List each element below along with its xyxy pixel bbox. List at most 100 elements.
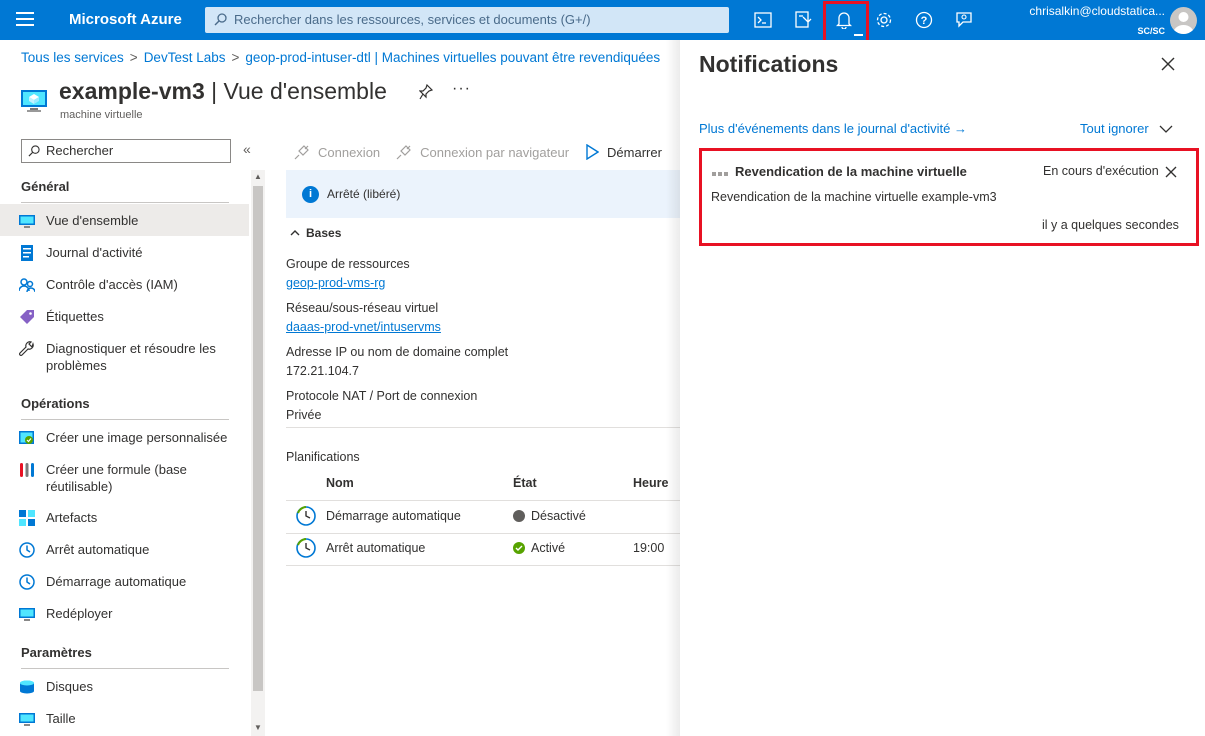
sidebar-scroll-thumb[interactable] [253,186,263,691]
sidebar-item-iam[interactable]: Contrôle d'accès (IAM) [0,268,249,300]
sidebar-item-disks[interactable]: Disques [0,670,249,702]
sidebar-item-tags[interactable]: Étiquettes [0,300,249,332]
sidebar-item-label: Disques [46,678,93,694]
activity-log-icon [21,245,33,261]
sidebar-item-label: Artefacts [46,509,98,525]
close-icon[interactable] [1160,56,1176,72]
sidebar-section-operations: Opérations [21,396,90,411]
column-header-name: Nom [326,476,354,490]
schedule-name: Démarrage automatique [326,509,461,523]
sidebar-item-label: Diagnostiquer et résoudre les problèmes [46,341,216,373]
sidebar-item-label: Créer une formule (base réutilisable) [46,462,187,494]
breadcrumb-item[interactable]: geop-prod-intuser-dtl | Machines virtuel… [245,50,660,65]
clock-icon [19,542,35,558]
sidebar-item-auto-start[interactable]: Démarrage automatique [0,565,249,597]
column-header-state: État [513,476,537,490]
avatar[interactable] [1170,7,1197,34]
breadcrumb-item[interactable]: DevTest Labs [144,50,226,65]
scroll-up-arrow-icon[interactable]: ▲ [253,172,263,181]
plug-icon [396,145,412,160]
status-banner: i Arrêté (libéré) [286,170,680,218]
notification-title: Revendication de la machine virtuelle [735,164,967,179]
sidebar-item-redeploy[interactable]: Redéployer [0,597,249,629]
hamburger-menu-icon[interactable] [16,12,34,28]
sidebar-item-custom-image[interactable]: Créer une image personnalisée [0,421,249,453]
bell-highlight-box [823,1,869,43]
sidebar-divider [21,202,229,203]
column-header-time: Heure [633,476,669,490]
global-search-placeholder: Rechercher dans les ressources, services… [234,12,591,27]
close-icon[interactable] [1165,166,1177,178]
sidebar-item-diagnose[interactable]: Diagnostiquer et résoudre les problèmes [0,340,249,376]
dismiss-all-button[interactable]: Tout ignorer [1080,121,1173,136]
command-bar: Connexion Connexion par navigateur Démar… [294,142,678,162]
sidebar-item-formula[interactable]: Créer une formule (base réutilisable) [0,461,249,497]
brand-title[interactable]: Microsoft Azure [69,11,182,28]
table-divider [286,565,680,566]
size-icon [19,713,35,726]
sidebar-divider [21,419,229,420]
notifications-panel: Notifications Plus d'événements dans le … [680,40,1205,736]
notification-card[interactable]: Revendication de la machine virtuelle En… [699,148,1199,246]
global-search-input[interactable]: Rechercher dans les ressources, services… [205,7,729,33]
gear-icon[interactable] [872,8,896,32]
search-icon [214,13,227,26]
breadcrumb: Tous les services > DevTest Labs > geop-prod… [21,50,660,65]
collapse-sidebar-icon[interactable]: « [243,141,251,157]
ip-label: Adresse IP ou nom de domaine complet [286,345,509,359]
sidebar-item-activity-log[interactable]: Journal d'activité [0,236,249,268]
search-icon [28,145,40,157]
connect-button[interactable]: Connexion [294,144,380,160]
sidebar-search-input[interactable]: Rechercher [21,139,231,163]
sidebar-item-artifacts[interactable]: Artefacts [0,501,249,533]
resource-group-link[interactable]: geop-prod-vms-rg [286,276,385,290]
account-info[interactable]: chrisalkin@cloudstatica... SC/SC [1000,3,1165,37]
breadcrumb-separator: > [231,50,240,65]
notification-time: il y a quelques secondes [1042,218,1179,232]
in-progress-dots-icon [712,172,730,176]
table-divider [286,500,680,501]
svg-text:?: ? [921,15,928,27]
start-button[interactable]: Démarrer [585,144,662,160]
cloud-shell-icon[interactable] [751,8,775,32]
directory-filter-icon[interactable] [791,8,815,32]
more-options-icon[interactable]: ··· [452,80,471,98]
wrench-icon [19,341,34,356]
clock-icon [19,574,35,590]
scroll-down-arrow-icon[interactable]: ▼ [253,723,263,732]
page-title-section: | Vue d'ensemble [204,78,387,104]
page-title-vm: example-vm3 [59,78,205,104]
sidebar-section-settings: Paramètres [21,645,92,660]
essentials-header[interactable]: Bases [290,226,341,240]
feedback-icon[interactable] [952,8,976,32]
chevron-up-icon [290,230,300,236]
overview-icon [19,215,35,228]
connect-label: Connexion [318,144,381,160]
vnet-link[interactable]: daaas-prod-vnet/intuservms [286,320,441,334]
iam-icon [19,278,35,293]
plug-icon [294,145,309,160]
custom-image-icon [19,431,34,444]
nat-label: Protocole NAT / Port de connexion [286,389,478,403]
breadcrumb-separator: > [129,50,138,65]
ip-value: 172.21.104.7 [286,364,359,378]
sidebar-item-auto-shutdown[interactable]: Arrêt automatique [0,533,249,565]
more-events-link[interactable]: Plus d'événements dans le journal d'acti… [699,121,967,136]
breadcrumb-item[interactable]: Tous les services [21,50,124,65]
schedule-state-label: Désactivé [531,509,586,523]
redeploy-icon [19,608,35,621]
page-subtitle: machine virtuelle [60,109,143,121]
browser-connect-label: Connexion par navigateur [420,144,570,160]
notifications-title: Notifications [699,51,839,77]
info-icon: i [302,185,319,203]
sidebar-item-overview[interactable]: Vue d'ensemble [0,204,249,236]
tag-icon [20,310,34,324]
help-icon[interactable]: ? [912,8,936,32]
pin-icon[interactable] [419,84,433,100]
browser-connect-button[interactable]: Connexion par navigateur [396,144,569,160]
account-directory: SC/SC [1137,26,1165,36]
account-email: chrisalkin@cloudstatica... [1029,4,1165,18]
resource-group-label: Groupe de ressources [286,257,410,271]
sidebar-item-label: Démarrage automatique [46,573,187,589]
sidebar-item-size[interactable]: Taille [0,702,249,734]
